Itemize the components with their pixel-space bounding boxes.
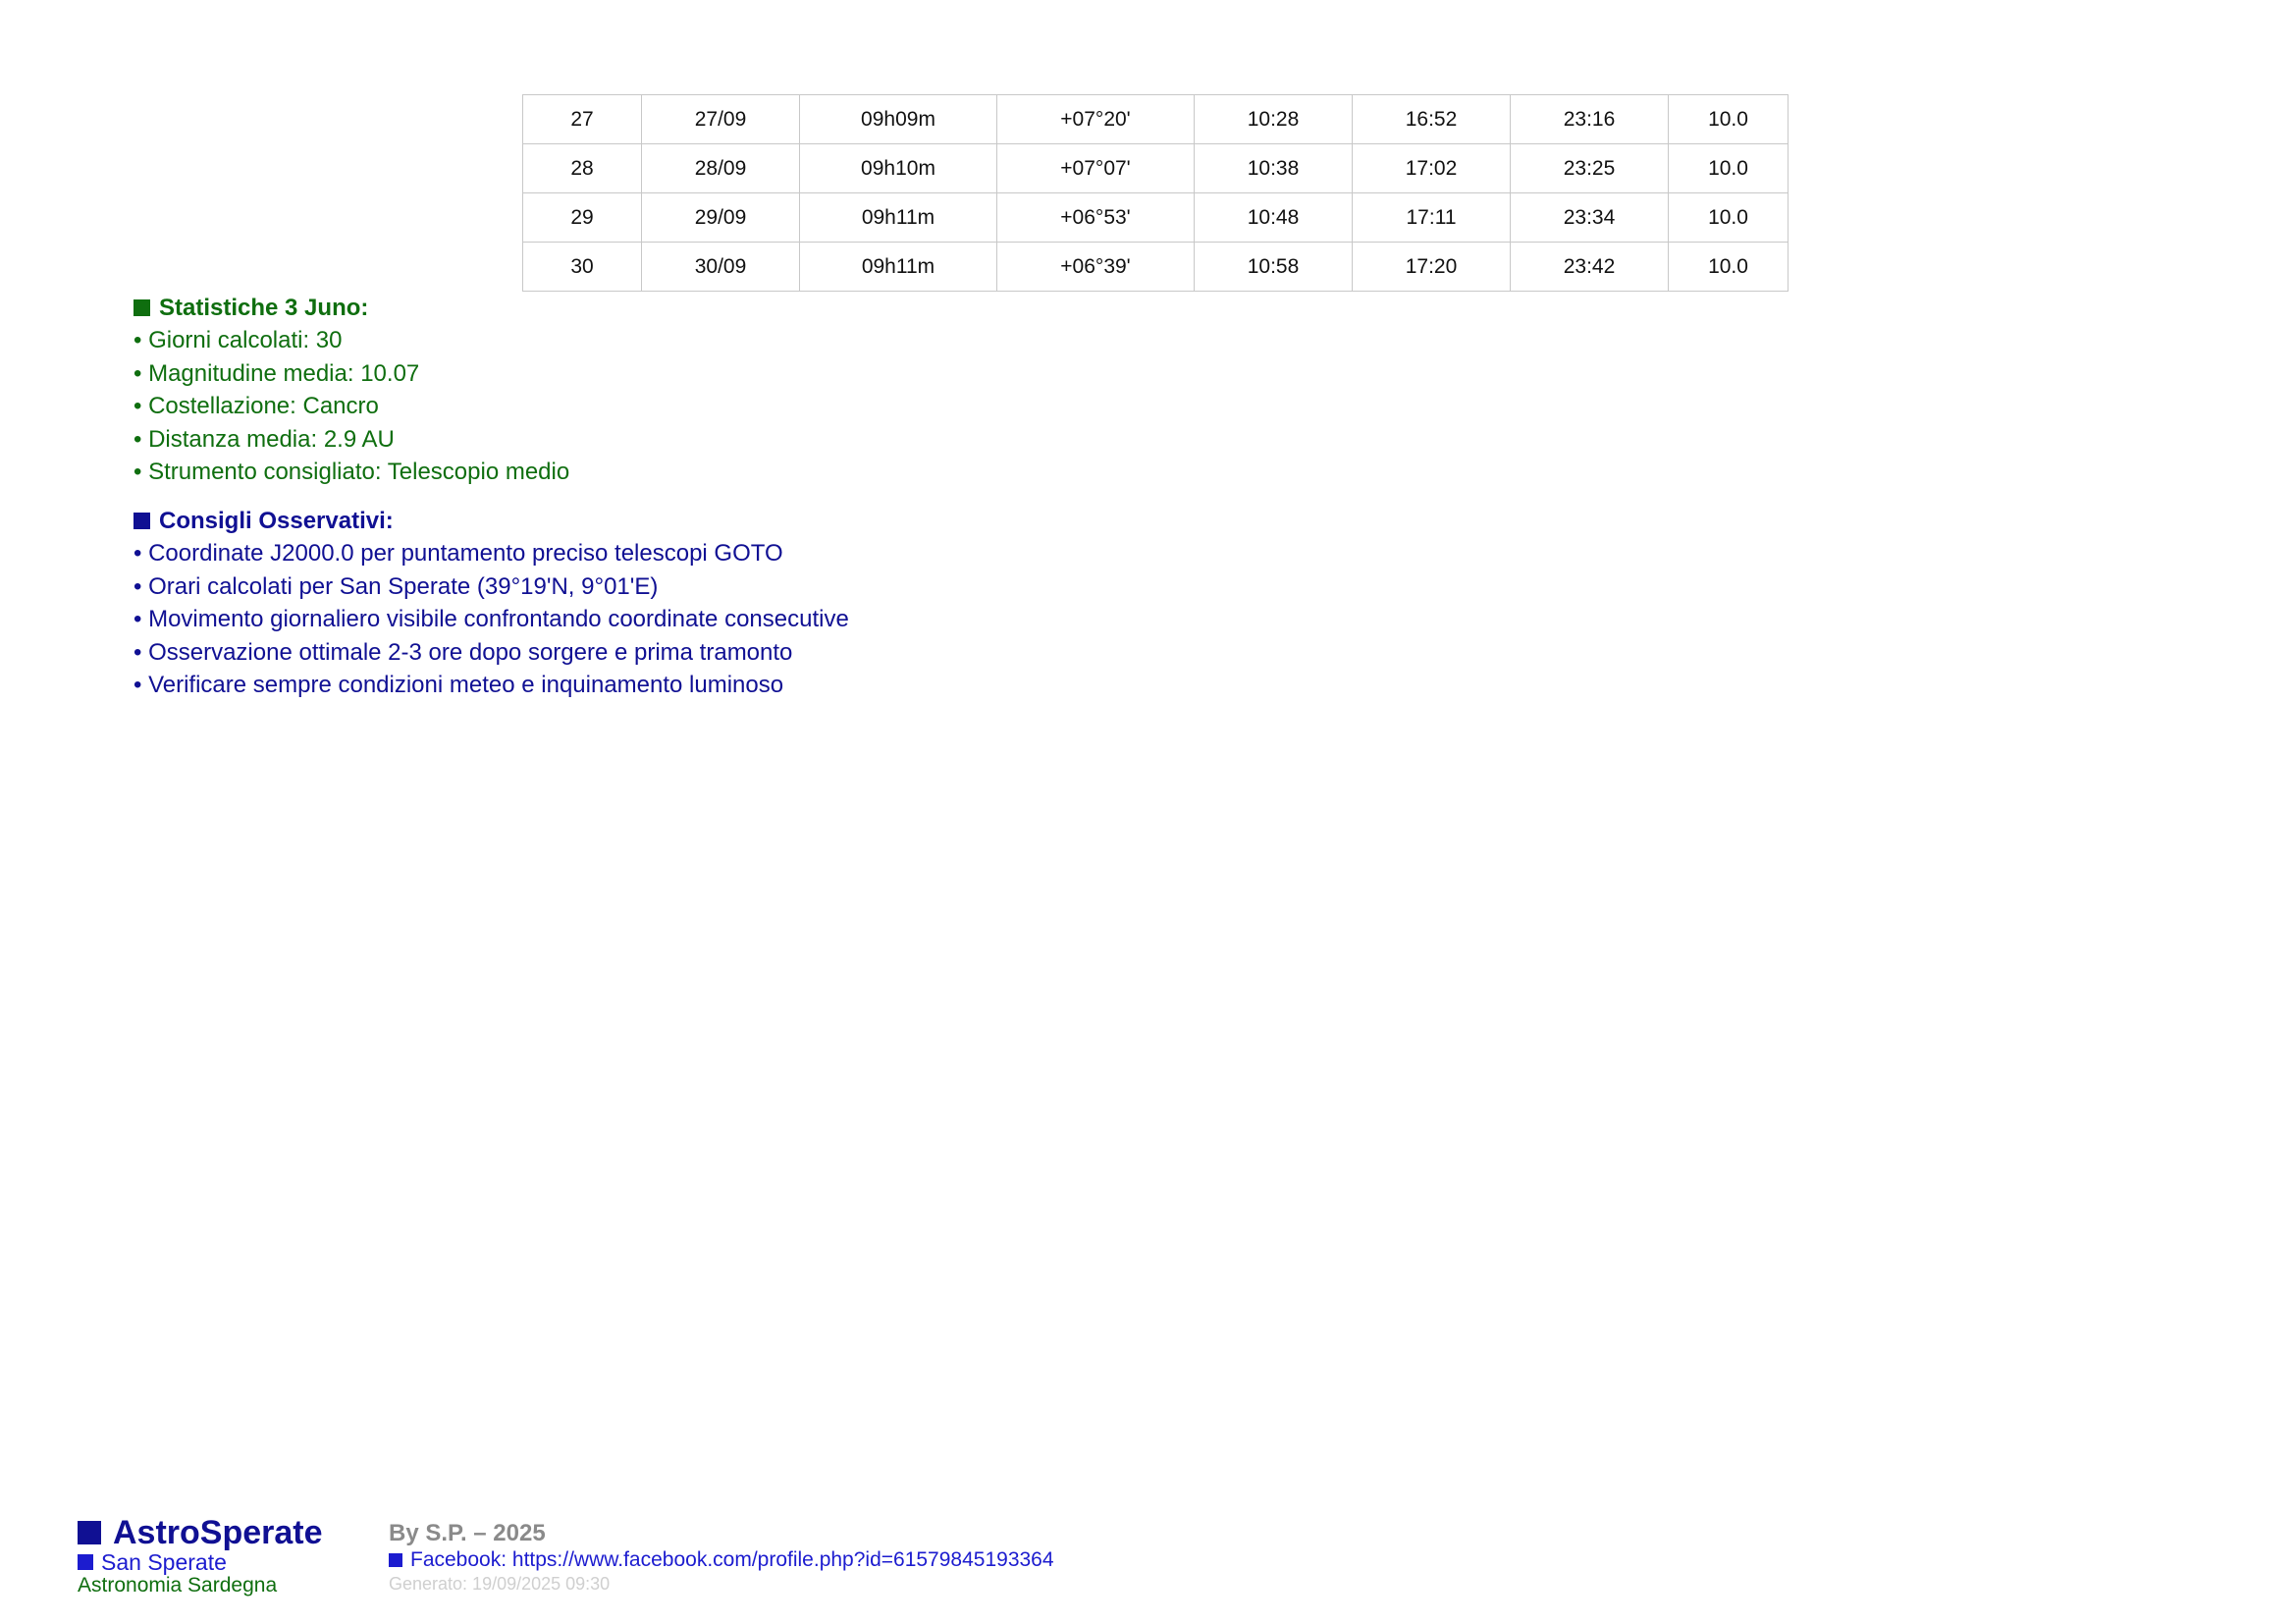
day-cell: 28 bbox=[522, 143, 642, 193]
magnitude-cell: 10.0 bbox=[1668, 94, 1789, 144]
stat-days-calculated: • Giorni calcolati: 30 bbox=[133, 327, 343, 353]
set-cell: 23:34 bbox=[1510, 192, 1669, 243]
rise-cell: 10:58 bbox=[1194, 242, 1353, 292]
brand-name-text: AstroSperate bbox=[113, 1514, 323, 1551]
tip-item: • Movimento giornaliero visibile confron… bbox=[133, 606, 849, 633]
ra-cell: 09h10m bbox=[799, 143, 997, 193]
square-bullet-icon bbox=[78, 1554, 93, 1570]
table-row: 30 30/09 09h11m +06°39' 10:58 17:20 23:4… bbox=[522, 242, 1789, 292]
facebook-link[interactable]: Facebook: https://www.facebook.com/profi… bbox=[389, 1548, 1054, 1572]
statistics-heading: Statistiche 3 Juno: bbox=[133, 292, 569, 324]
transit-cell: 16:52 bbox=[1352, 94, 1511, 144]
date-cell: 30/09 bbox=[641, 242, 800, 292]
ra-cell: 09h09m bbox=[799, 94, 997, 144]
brand-region: Astronomia Sardegna bbox=[78, 1574, 278, 1597]
day-cell: 30 bbox=[522, 242, 642, 292]
observing-tips-section: Consigli Osservativi: • Coordinate J2000… bbox=[133, 505, 849, 702]
dec-cell: +06°53' bbox=[996, 192, 1195, 243]
set-cell: 23:25 bbox=[1510, 143, 1669, 193]
footer-credits: By S.P. – 2025 Facebook: https://www.fac… bbox=[389, 1519, 1054, 1596]
ra-cell: 09h11m bbox=[799, 192, 997, 243]
day-cell: 27 bbox=[522, 94, 642, 144]
transit-cell: 17:20 bbox=[1352, 242, 1511, 292]
ra-cell: 09h11m bbox=[799, 242, 997, 292]
square-bullet-icon bbox=[133, 299, 150, 316]
magnitude-cell: 10.0 bbox=[1668, 143, 1789, 193]
day-cell: 29 bbox=[522, 192, 642, 243]
statistics-heading-text: Statistiche 3 Juno: bbox=[159, 295, 369, 321]
stat-average-magnitude: • Magnitudine media: 10.07 bbox=[133, 359, 420, 387]
tip-item: • Orari calcolati per San Sperate (39°19… bbox=[133, 572, 659, 600]
tips-heading-text: Consigli Osservativi: bbox=[159, 508, 394, 534]
magnitude-cell: 10.0 bbox=[1668, 242, 1789, 292]
date-cell: 28/09 bbox=[641, 143, 800, 193]
square-bullet-icon bbox=[389, 1553, 402, 1567]
ephemeris-table: 27 27/09 09h09m +07°20' 10:28 16:52 23:1… bbox=[522, 94, 1789, 292]
dec-cell: +06°39' bbox=[996, 242, 1195, 292]
square-logo-icon bbox=[78, 1521, 101, 1544]
set-cell: 23:42 bbox=[1510, 242, 1669, 292]
brand-name: AstroSperate bbox=[78, 1515, 323, 1550]
tip-item: • Verificare sempre condizioni meteo e i… bbox=[133, 672, 784, 699]
rise-cell: 10:48 bbox=[1194, 192, 1353, 243]
statistics-section: Statistiche 3 Juno: • Giorni calcolati: … bbox=[133, 292, 569, 489]
rise-cell: 10:28 bbox=[1194, 94, 1353, 144]
rise-cell: 10:38 bbox=[1194, 143, 1353, 193]
date-cell: 29/09 bbox=[641, 192, 800, 243]
author-credit: By S.P. – 2025 bbox=[389, 1520, 546, 1546]
footer-branding: AstroSperate San Sperate Astronomia Sard… bbox=[78, 1515, 323, 1597]
stat-recommended-instrument: • Strumento consigliato: Telescopio medi… bbox=[133, 459, 570, 486]
stat-constellation: • Costellazione: Cancro bbox=[133, 393, 379, 420]
square-bullet-icon bbox=[133, 513, 150, 529]
stat-average-distance: • Distanza media: 2.9 AU bbox=[133, 425, 395, 453]
generated-timestamp: Generato: 19/09/2025 09:30 bbox=[389, 1574, 611, 1594]
date-cell: 27/09 bbox=[641, 94, 800, 144]
dec-cell: +07°20' bbox=[996, 94, 1195, 144]
table-row: 27 27/09 09h09m +07°20' 10:28 16:52 23:1… bbox=[522, 94, 1789, 144]
tips-heading: Consigli Osservativi: bbox=[133, 505, 849, 537]
tip-item: • Osservazione ottimale 2-3 ore dopo sor… bbox=[133, 638, 793, 666]
dec-cell: +07°07' bbox=[996, 143, 1195, 193]
facebook-link-text[interactable]: Facebook: https://www.facebook.com/profi… bbox=[410, 1548, 1054, 1572]
table-row: 29 29/09 09h11m +06°53' 10:48 17:11 23:3… bbox=[522, 192, 1789, 243]
magnitude-cell: 10.0 bbox=[1668, 192, 1789, 243]
brand-city-text: San Sperate bbox=[101, 1549, 227, 1575]
table-row: 28 28/09 09h10m +07°07' 10:38 17:02 23:2… bbox=[522, 143, 1789, 193]
brand-city: San Sperate bbox=[78, 1550, 323, 1574]
set-cell: 23:16 bbox=[1510, 94, 1669, 144]
transit-cell: 17:11 bbox=[1352, 192, 1511, 243]
tip-item: • Coordinate J2000.0 per puntamento prec… bbox=[133, 540, 783, 567]
transit-cell: 17:02 bbox=[1352, 143, 1511, 193]
